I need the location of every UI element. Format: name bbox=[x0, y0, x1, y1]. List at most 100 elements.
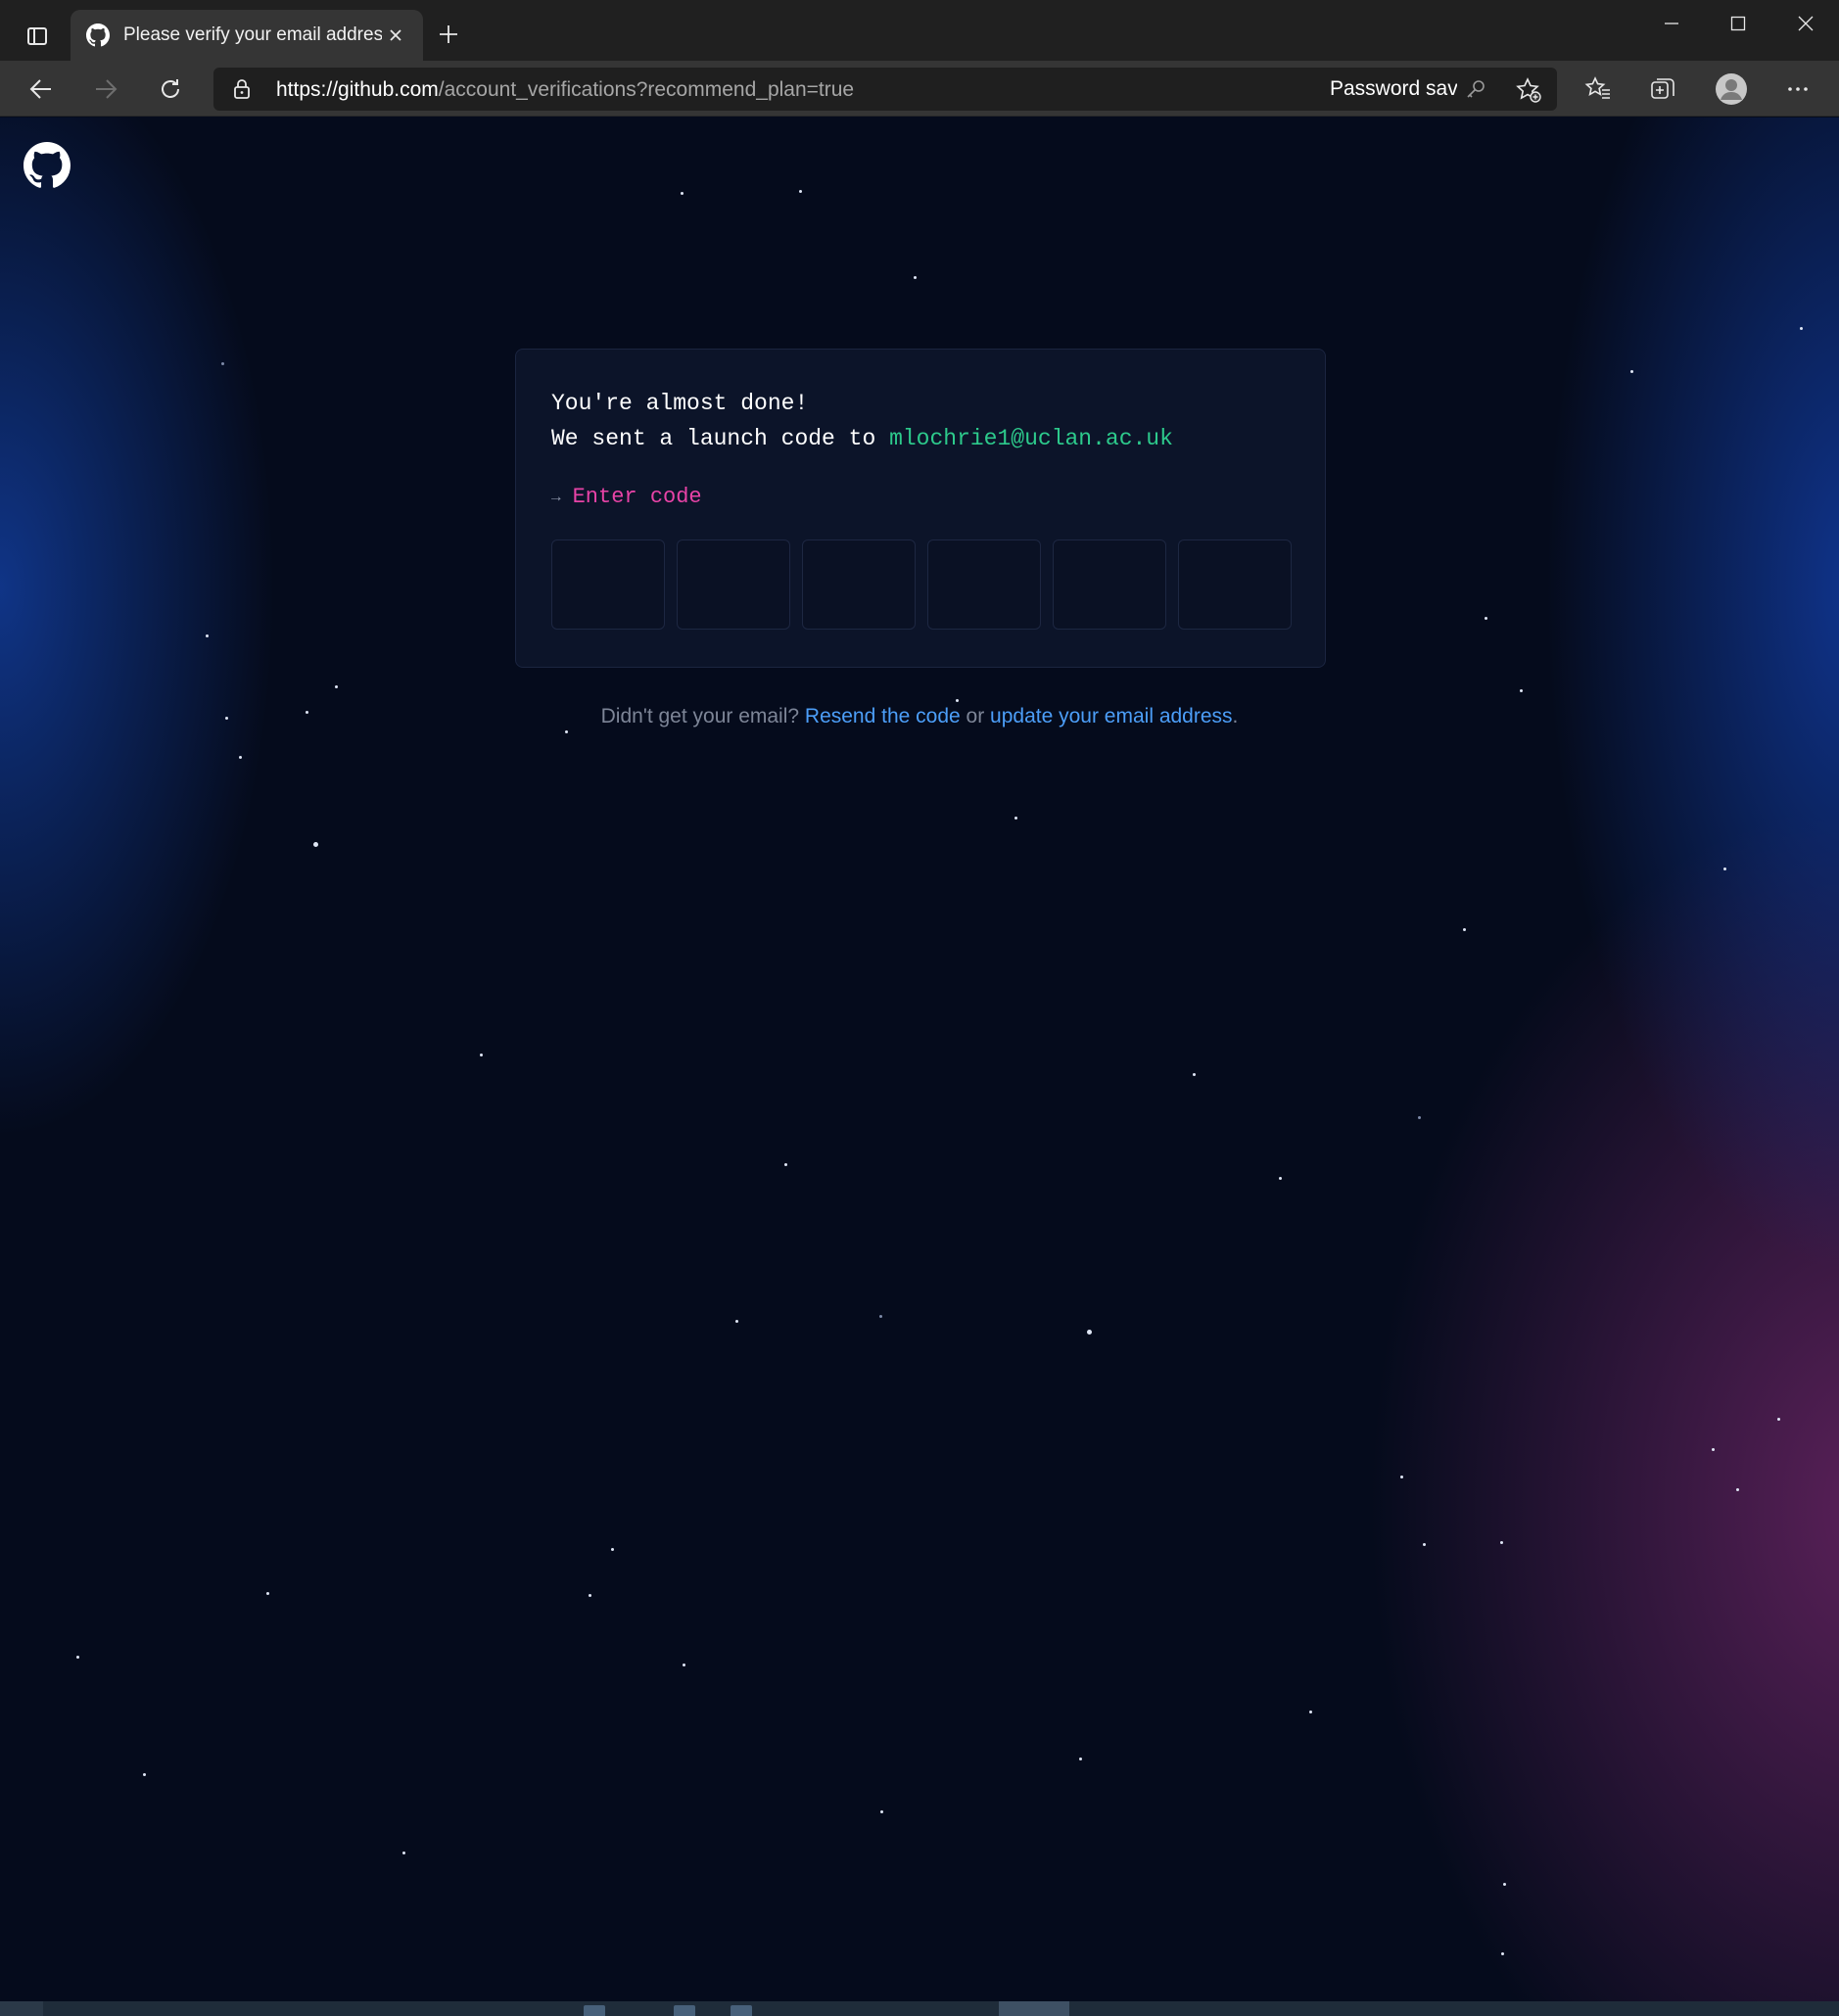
star-dot bbox=[681, 192, 684, 195]
star-dot bbox=[565, 730, 568, 733]
tab-actions-button[interactable] bbox=[18, 17, 57, 56]
favorites-button[interactable] bbox=[1577, 68, 1620, 111]
arrow-right-icon: → bbox=[551, 488, 561, 506]
resend-help-text: Didn't get your email? Resend the code o… bbox=[0, 705, 1839, 728]
sent-message: We sent a launch code to mlochrie1@uclan… bbox=[551, 426, 1173, 451]
star-dot bbox=[956, 699, 959, 702]
star-dot bbox=[611, 1548, 614, 1551]
browser-tab-bar: Please verify your email address bbox=[0, 0, 1839, 61]
avatar-icon bbox=[1716, 73, 1747, 105]
password-saved-label[interactable]: Password saved bbox=[1330, 77, 1457, 101]
star-dot bbox=[1723, 867, 1726, 870]
github-favicon-icon bbox=[86, 23, 110, 47]
help-middle: or bbox=[960, 705, 991, 727]
star-dot bbox=[221, 362, 224, 365]
star-dot bbox=[1309, 1711, 1312, 1713]
code-digit-3[interactable] bbox=[802, 539, 916, 630]
back-button[interactable] bbox=[20, 68, 63, 111]
star-dot bbox=[914, 276, 917, 279]
star-dot bbox=[335, 685, 338, 688]
star-dot bbox=[480, 1054, 483, 1056]
minimize-button[interactable] bbox=[1649, 6, 1694, 41]
star-dot bbox=[1279, 1177, 1282, 1180]
star-dot bbox=[880, 1810, 883, 1813]
refresh-button[interactable] bbox=[149, 68, 192, 111]
star-dot bbox=[1777, 1418, 1780, 1421]
taskbar-app-icon[interactable] bbox=[584, 2005, 605, 2016]
star-dot bbox=[1463, 928, 1466, 931]
key-icon[interactable] bbox=[1465, 78, 1486, 100]
plus-icon bbox=[440, 25, 457, 43]
star-dot bbox=[1079, 1758, 1082, 1760]
star-dot bbox=[1520, 689, 1523, 692]
star-dot bbox=[683, 1664, 685, 1666]
star-dot bbox=[1400, 1476, 1403, 1478]
url-path: /account_verifications?recommend_plan=tr… bbox=[438, 78, 855, 101]
star-dot bbox=[143, 1773, 146, 1776]
forward-arrow-icon bbox=[96, 79, 118, 99]
help-prefix: Didn't get your email? bbox=[600, 705, 805, 727]
favorites-icon bbox=[1584, 76, 1610, 99]
taskbar-active-app[interactable] bbox=[999, 2001, 1069, 2016]
collections-icon bbox=[1651, 78, 1674, 99]
back-arrow-icon bbox=[29, 79, 51, 99]
tab-close-button[interactable] bbox=[382, 22, 409, 49]
more-icon bbox=[1788, 87, 1808, 91]
browser-toolbar: https://github.com/account_verifications… bbox=[0, 61, 1839, 117]
star-dot bbox=[784, 1163, 787, 1166]
url-host: github.com bbox=[338, 78, 439, 101]
close-window-button[interactable] bbox=[1783, 6, 1828, 41]
taskbar-app-icon[interactable] bbox=[674, 2005, 695, 2016]
sent-prefix: We sent a launch code to bbox=[551, 426, 890, 451]
star-dot bbox=[1087, 1330, 1092, 1335]
url-scheme: https:// bbox=[276, 78, 339, 101]
code-input-group bbox=[551, 539, 1292, 630]
lock-icon[interactable] bbox=[231, 78, 253, 100]
more-options-button[interactable] bbox=[1776, 68, 1819, 111]
star-dot bbox=[266, 1592, 269, 1595]
page-title: You're almost done! bbox=[551, 391, 809, 416]
help-suffix: . bbox=[1232, 705, 1239, 727]
star-dot bbox=[1800, 327, 1803, 330]
star-dot bbox=[799, 190, 802, 193]
star-dot bbox=[1503, 1883, 1506, 1886]
star-dot bbox=[1630, 370, 1633, 373]
resend-code-link[interactable]: Resend the code bbox=[805, 705, 961, 727]
star-dot bbox=[239, 756, 242, 759]
star-dot bbox=[76, 1656, 79, 1659]
star-dot bbox=[1423, 1543, 1426, 1546]
update-email-link[interactable]: update your email address bbox=[990, 705, 1232, 727]
start-button[interactable] bbox=[0, 2001, 43, 2016]
star-dot bbox=[1485, 617, 1487, 620]
minimize-icon bbox=[1665, 23, 1678, 24]
enter-code-label: Enter code bbox=[572, 485, 702, 509]
star-dot bbox=[1014, 817, 1017, 820]
tab-actions-icon bbox=[27, 27, 47, 45]
forward-button[interactable] bbox=[84, 68, 127, 111]
star-dot bbox=[1418, 1116, 1421, 1119]
code-digit-1[interactable] bbox=[551, 539, 665, 630]
url-text[interactable]: https://github.com/account_verifications… bbox=[276, 78, 854, 102]
profile-button[interactable] bbox=[1710, 68, 1753, 111]
github-logo-icon[interactable] bbox=[24, 142, 71, 189]
star-dot bbox=[1501, 1952, 1504, 1955]
star-dot bbox=[206, 634, 209, 637]
code-digit-6[interactable] bbox=[1178, 539, 1292, 630]
address-bar[interactable]: https://github.com/account_verifications… bbox=[213, 68, 1557, 111]
collections-button[interactable] bbox=[1641, 68, 1684, 111]
taskbar-app-icon[interactable] bbox=[731, 2005, 752, 2016]
add-favorite-icon[interactable] bbox=[1514, 75, 1543, 105]
star-dot bbox=[589, 1594, 591, 1597]
code-digit-5[interactable] bbox=[1053, 539, 1166, 630]
email-address: mlochrie1@uclan.ac.uk bbox=[889, 426, 1173, 451]
code-digit-4[interactable] bbox=[927, 539, 1041, 630]
maximize-button[interactable] bbox=[1716, 6, 1761, 41]
taskbar bbox=[0, 2001, 1839, 2016]
star-dot bbox=[1712, 1448, 1715, 1451]
star-dot bbox=[735, 1320, 738, 1323]
code-digit-2[interactable] bbox=[677, 539, 790, 630]
tab-title: Please verify your email address bbox=[123, 24, 382, 45]
new-tab-button[interactable] bbox=[431, 17, 466, 52]
active-tab[interactable]: Please verify your email address bbox=[71, 10, 423, 61]
star-dot bbox=[402, 1852, 405, 1854]
